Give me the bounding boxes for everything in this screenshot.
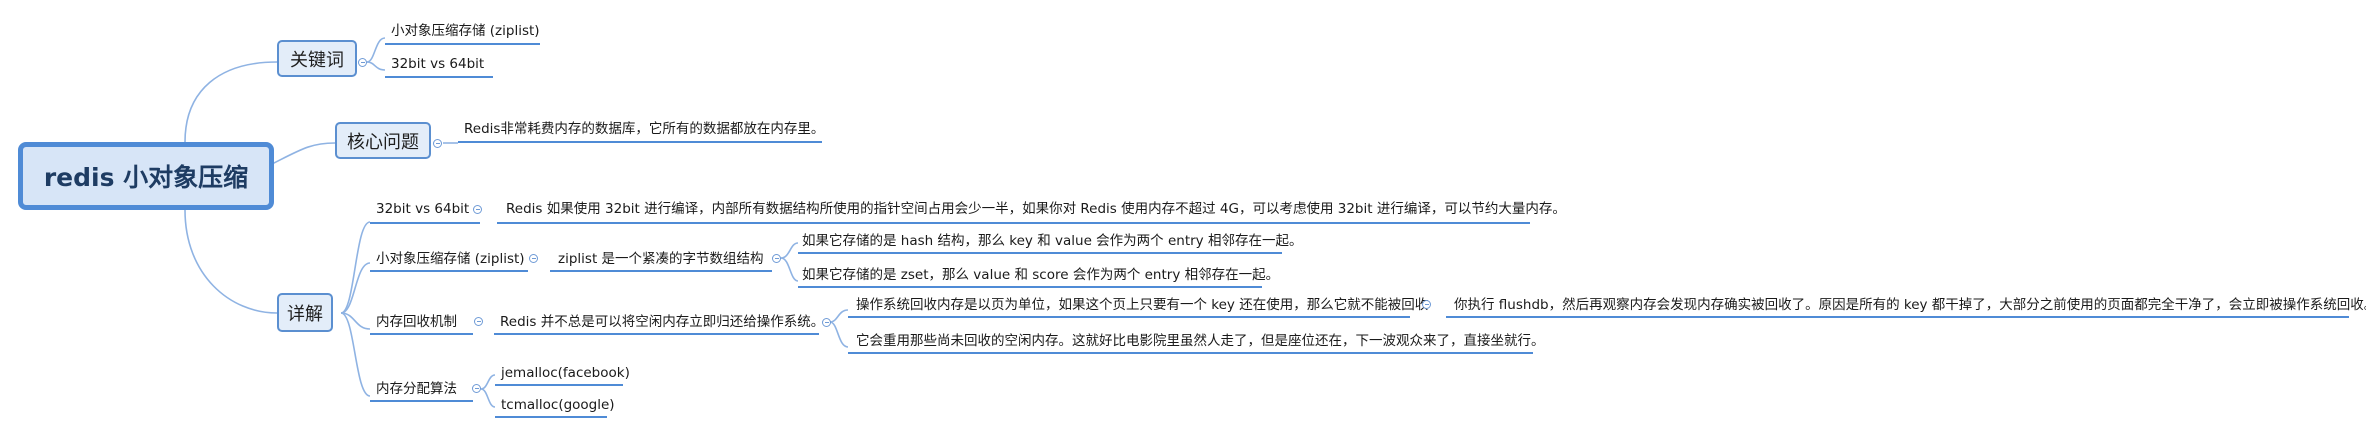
detail-32bit-label: 32bit vs 64bit (376, 201, 470, 217)
collapse-icon[interactable] (473, 205, 482, 214)
detail-recycle-label: 内存回收机制 (376, 314, 457, 330)
detail-32bit-text: Redis 如果使用 32bit 进行编译，内部所有数据结构所使用的指针空间占用… (506, 201, 1566, 217)
underline (1446, 316, 2349, 318)
underline (385, 76, 493, 78)
recycle-item: 操作系统回收内存是以页为单位，如果这个页上只要有一个 key 还在使用，那么它就… (856, 297, 1429, 313)
underline (370, 400, 473, 402)
ziplist-desc: ziplist 是一个紧凑的字节数组结构 (558, 251, 764, 267)
collapse-icon[interactable] (358, 58, 367, 67)
underline (458, 141, 822, 143)
ziplist-item: 如果它存储的是 hash 结构，那么 key 和 value 会作为两个 ent… (802, 233, 1303, 249)
underline (497, 222, 1530, 224)
underline (848, 316, 1410, 318)
underline (370, 270, 528, 272)
underline (495, 416, 607, 418)
collapse-icon[interactable] (433, 139, 442, 148)
underline (495, 384, 623, 386)
alloc-item: tcmalloc(google) (501, 397, 615, 413)
collapse-icon[interactable] (772, 254, 781, 263)
underline (848, 352, 1533, 354)
underline (370, 333, 473, 335)
alloc-item: jemalloc(facebook) (501, 365, 630, 381)
ziplist-item: 如果它存储的是 zset，那么 value 和 score 会作为两个 entr… (802, 267, 1280, 283)
keyword-item: 小对象压缩存储 (ziplist) (391, 23, 540, 39)
keyword-item: 32bit vs 64bit (391, 56, 485, 72)
detail-ziplist-label: 小对象压缩存储 (ziplist) (376, 251, 525, 267)
underline (798, 286, 1262, 288)
collapse-icon[interactable] (474, 317, 483, 326)
underline (370, 222, 480, 224)
collapse-icon[interactable] (1422, 300, 1431, 309)
underline (494, 333, 819, 335)
branch-detail[interactable]: 详解 (277, 293, 333, 332)
root-topic[interactable]: redis 小对象压缩 (18, 142, 274, 210)
branch-keywords[interactable]: 关键词 (277, 40, 357, 77)
recycle-sub-text: 你执行 flushdb，然后再观察内存会发现内存确实被回收了。原因是所有的 ke… (1454, 297, 2366, 313)
core-problem-text: Redis非常耗费内存的数据库，它所有的数据都放在内存里。 (464, 121, 825, 137)
collapse-icon[interactable] (529, 254, 538, 263)
collapse-icon[interactable] (822, 318, 831, 327)
recycle-item: 它会重用那些尚未回收的空闲内存。这就好比电影院里虽然人走了，但是座位还在，下一波… (856, 333, 1545, 349)
recycle-desc: Redis 并不总是可以将空闲内存立即归还给操作系统。 (500, 314, 825, 330)
underline (798, 252, 1282, 254)
detail-alloc-label: 内存分配算法 (376, 381, 457, 397)
underline (550, 270, 772, 272)
collapse-icon[interactable] (472, 384, 481, 393)
branch-core-problem[interactable]: 核心问题 (335, 122, 431, 159)
underline (385, 43, 540, 45)
